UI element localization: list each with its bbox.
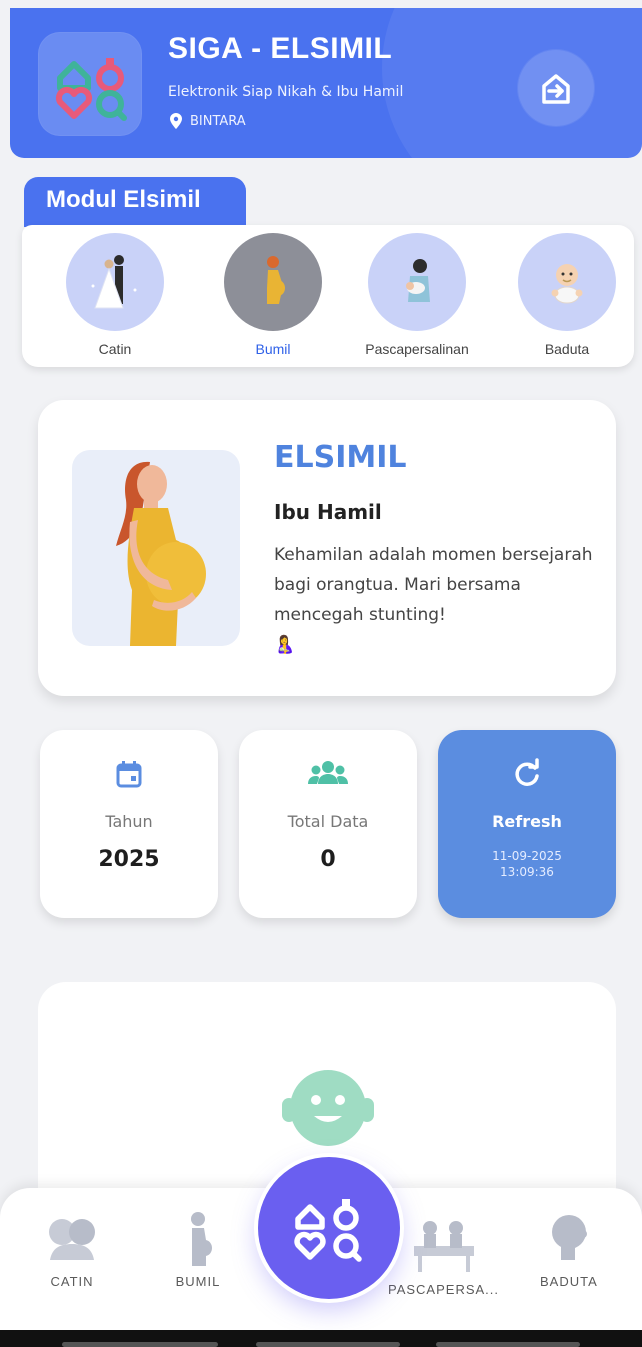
- couple-icon: [49, 1219, 95, 1260]
- app-header: SIGA - ELSIMIL Elektronik Siap Nikah & I…: [10, 8, 642, 158]
- stat-year-card: Tahun 2025: [40, 730, 218, 918]
- refresh-time: 13:09:36: [500, 865, 554, 879]
- modul-circle: [66, 233, 164, 331]
- stat-total-label: Total Data: [287, 812, 369, 831]
- calendar-icon: [116, 761, 142, 788]
- info-subtitle: Ibu Hamil: [274, 500, 382, 524]
- modul-item-catin[interactable]: Catin: [40, 233, 190, 357]
- baby-icon: [551, 264, 583, 304]
- location-label: BINTARA: [190, 113, 246, 129]
- app-title: SIGA - ELSIMIL: [168, 32, 393, 65]
- modul-label: Baduta: [544, 341, 590, 357]
- modul-label: Pascapersalinan: [365, 341, 469, 357]
- siga-logo-icon: [38, 32, 142, 136]
- pregnant-silhouette-icon: [191, 1212, 212, 1266]
- group-icon: [308, 761, 348, 784]
- stat-total-value: 0: [320, 847, 336, 872]
- system-nav-recents[interactable]: [436, 1342, 580, 1347]
- modul-card: Catin Bumil Pascapersalinan Baduta: [22, 225, 634, 367]
- info-description-text: Kehamilan adalah momen bersejarah bagi o…: [274, 545, 593, 625]
- logout-button[interactable]: [518, 50, 594, 126]
- nav-label: PASCAPERSA...: [388, 1282, 500, 1297]
- nav-item-bumil[interactable]: BUMIL: [170, 1210, 226, 1289]
- modul-item-baduta[interactable]: Baduta: [492, 233, 642, 357]
- pregnant-woman-illustration: [72, 450, 240, 646]
- nav-label: BUMIL: [175, 1274, 221, 1289]
- modul-item-pascapersalinan[interactable]: Pascapersalinan: [342, 233, 492, 357]
- modul-label: Catin: [98, 341, 132, 357]
- refresh-icon: [515, 758, 539, 786]
- header-decoration: [382, 8, 642, 158]
- location-pin-icon: [170, 113, 182, 129]
- mother-baby-icon: [406, 259, 430, 302]
- wedding-couple-icon: [91, 255, 137, 309]
- modul-title: Modul Elsimil: [24, 177, 246, 227]
- nav-item-baduta[interactable]: BADUTA: [540, 1210, 598, 1289]
- nav-item-catin[interactable]: CATIN: [44, 1210, 100, 1289]
- modul-item-bumil[interactable]: Bumil: [198, 233, 348, 357]
- nav-item-pascapersalinan[interactable]: PASCAPERSA...: [388, 1216, 499, 1297]
- stat-year-label: Tahun: [105, 812, 153, 831]
- refresh-button[interactable]: Refresh 11-09-2025 13:09:36: [438, 730, 616, 918]
- pregnant-woman-icon: [267, 256, 285, 304]
- modul-label-active: Bumil: [255, 341, 291, 357]
- mother-baby-emoji: 🤱: [274, 635, 296, 655]
- location: BINTARA: [170, 113, 246, 129]
- modul-circle: [518, 233, 616, 331]
- system-nav-home[interactable]: [256, 1342, 400, 1347]
- baby-face-icon: [282, 1070, 374, 1146]
- system-nav-back[interactable]: [62, 1342, 218, 1347]
- refresh-date: 11-09-2025: [492, 849, 562, 863]
- child-head-icon: [551, 1215, 587, 1260]
- info-title: ELSIMIL: [274, 440, 407, 475]
- center-home-button[interactable]: [258, 1157, 400, 1299]
- siga-logo-icon: [294, 1199, 362, 1262]
- nav-label: CATIN: [50, 1274, 94, 1289]
- logout-icon: [542, 74, 570, 104]
- stat-year-value: 2025: [98, 847, 160, 872]
- stat-total-card: Total Data 0: [239, 730, 417, 918]
- app-subtitle: Elektronik Siap Nikah & Ibu Hamil: [168, 84, 404, 100]
- refresh-label: Refresh: [492, 812, 562, 831]
- nav-label: BADUTA: [540, 1274, 598, 1289]
- modul-circle-active: [224, 233, 322, 331]
- family-icon: [413, 1221, 474, 1272]
- modul-circle: [368, 233, 466, 331]
- info-description: Kehamilan adalah momen bersejarah bagi o…: [274, 540, 594, 660]
- info-card: ELSIMIL Ibu Hamil Kehamilan adalah momen…: [38, 400, 616, 696]
